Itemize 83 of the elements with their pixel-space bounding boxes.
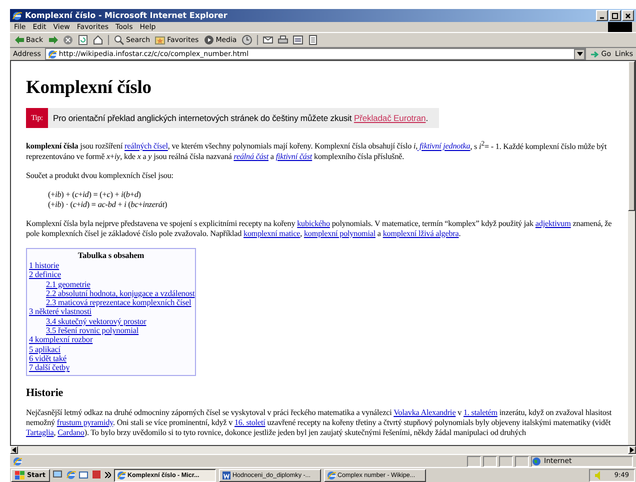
toc-link[interactable]: 3 některé vlastnosti — [29, 307, 92, 317]
link[interactable]: fiktivní jednotka — [418, 142, 470, 151]
toc-link[interactable]: 4 komplexní rozbor — [29, 335, 93, 345]
link[interactable]: reálná část — [234, 152, 268, 161]
dropdown-button[interactable] — [574, 48, 586, 60]
formula-line: (+ib) · (c+id) = ac-bd + i (bc+inzerát) — [48, 200, 168, 210]
go-arrow-icon — [590, 50, 600, 58]
scroll-thumb[interactable] — [628, 61, 635, 211]
section-heading: Historie — [26, 388, 64, 398]
paragraph: Komplexní čísla byla nejprve představena ve spojení s explicitními recepty na kořeny kubického polynomials. V matematice, termín “komplex” když použitý jak adjektivum znamená, že pole komplexních čísel je základové číslo pole zvažovalo. Například komplexní matice, komplexní polynomial a komplexní lživá algebra. — [26, 218, 613, 239]
status-panel — [499, 456, 513, 466]
status-panel — [515, 456, 529, 466]
link[interactable]: komplexní lživá algebra — [382, 228, 459, 238]
link[interactable]: pyramidy — [81, 418, 114, 427]
left-arrow-icon — [12, 447, 16, 453]
toc-link[interactable]: 2.3 maticová reprezentace komplexních čísel — [46, 298, 192, 308]
browser-icon — [12, 10, 22, 20]
status-panel — [467, 456, 481, 466]
back-arrow-icon — [14, 35, 24, 45]
mail-icon[interactable] — [262, 35, 273, 45]
discuss-icon[interactable] — [308, 35, 318, 45]
link[interactable]: frustum — [56, 418, 82, 427]
link[interactable]: Překladač Eurotran — [354, 113, 426, 123]
home-icon[interactable] — [93, 35, 103, 45]
browser-icon — [116, 470, 126, 480]
caret-icon — [576, 52, 583, 56]
document-icon — [222, 470, 230, 480]
minimize-button[interactable] — [596, 10, 608, 21]
refresh-icon[interactable] — [78, 35, 88, 45]
link[interactable]: 1. staletém — [463, 408, 498, 417]
link[interactable]: reálných čísel — [124, 142, 168, 151]
globe-icon — [532, 456, 541, 466]
forward-arrow-icon[interactable] — [48, 35, 58, 45]
paragraph: komplexní čísla jsou rozšíření reálných čísel, ve kterém všechny polynomials mají kořeny. Komplexní čísla obsahují číslo i, fiktivní jednotka, s i$^{2}$= - 1. Každé komplexní číslo může být reprezentováno ve formě x+iy, kde x a y jsou reálná čísla nazvaná reálná část a fiktivní část komplexního čísla příslušně. — [26, 139, 608, 162]
toc-title: Tabulka s obsahem — [78, 250, 144, 260]
history-icon[interactable] — [242, 35, 252, 45]
close-icon — [624, 12, 632, 20]
media-icon — [204, 35, 214, 45]
browser-icon — [326, 470, 336, 480]
vertical-scrollbar[interactable] — [628, 61, 635, 445]
toc-link[interactable]: 3.4 skutečný vektorový prostor — [46, 316, 146, 326]
link[interactable]: komplexní polynomial — [304, 228, 376, 238]
toc-link[interactable]: 6 vidět také — [29, 354, 67, 364]
scroll-right-button[interactable] — [628, 446, 636, 454]
tip-text: Pro orientační překlad anglických internetových stránek do češtiny můžete zkusit Překladač Eurotran. — [52, 113, 428, 123]
link[interactable]: komplexní matice — [244, 228, 300, 238]
horizontal-scrollbar[interactable] — [10, 446, 636, 454]
stop-icon[interactable] — [63, 35, 73, 45]
paragraph: Součet a produkt dvou komplexních čísel jsou: — [26, 170, 174, 181]
toc-link[interactable]: 3.5 řešení rovnic polynomial — [46, 326, 139, 336]
maximize-button[interactable] — [609, 10, 621, 21]
link[interactable]: adjektivum — [535, 218, 571, 228]
link[interactable]: Cardano — [58, 428, 84, 437]
mail-icon[interactable] — [78, 470, 88, 480]
window-title: Komplexní číslo - Microsoft Internet Explorer — [25, 11, 228, 20]
right-arrow-icon — [630, 447, 634, 453]
formula-line: (+ib) + (c+id) = (+c) + i(b+d) — [48, 190, 142, 200]
scroll-left-button[interactable] — [10, 446, 18, 454]
search-icon — [114, 35, 124, 45]
chevron-icon[interactable] — [104, 472, 110, 478]
windows-flag-icon — [15, 470, 25, 480]
desktop-icon[interactable] — [52, 470, 62, 480]
browser-icon[interactable] — [66, 470, 76, 480]
paragraph: Nejčasnější letmý odkaz na druhé odmocniny záporných čísel se vyskytoval v práci řeckého matematika a vynálezci Volavka Alexandrie v 1. staletém inzerátu, když on zvažoval hlasitost nemožný frustum pyramidy. Oni stali se více prominentní, když v 16. století uzavřené recepty na kořeny třetiny a čtvrtý stupňový polynomials byly objeveny italskými matematiky (vidět Tartaglia, Cardano). To bylo brzy uvědomilo si to tyto rovnice, dokonce jestliže jeden byl jen zaujatý skutečnými řešeními, někdy žádal manipulaci od druhých — [26, 408, 613, 438]
printer-icon[interactable] — [278, 35, 288, 45]
link[interactable]: fiktivní část — [276, 152, 312, 161]
toc-link[interactable]: 2.1 geometrie — [46, 280, 90, 289]
edit-icon[interactable] — [292, 35, 303, 45]
maximize-icon — [611, 12, 619, 20]
toc-link[interactable]: 1 historie — [29, 260, 60, 270]
page-heading: Komplexní číslo — [26, 78, 152, 98]
link[interactable]: kubického — [297, 218, 330, 228]
toc-link[interactable]: 5 aplikací — [29, 344, 60, 354]
link[interactable]: 16. století — [234, 418, 266, 427]
link[interactable]: Tartaglia — [26, 428, 54, 437]
status-panel — [483, 456, 497, 466]
link[interactable]: Volavka Alexandrie — [394, 408, 456, 417]
toc-link[interactable]: 2 definice — [29, 270, 61, 280]
star-folder-icon — [155, 35, 166, 45]
windows-logo — [608, 22, 632, 32]
close-button[interactable] — [622, 10, 634, 21]
toc-link[interactable]: 2.2 absolutní hodnota, konjugace a vzdálenost — [46, 288, 195, 298]
toc-link[interactable]: 7 další četby — [29, 363, 70, 373]
